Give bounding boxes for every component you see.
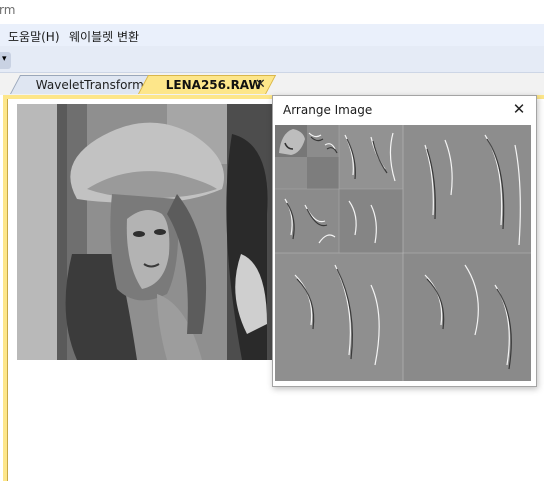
menu-wavelet-transform[interactable]: 웨이블렛 변환 bbox=[69, 28, 139, 45]
chevron-down-icon: ▾ bbox=[2, 54, 7, 64]
menu-help[interactable]: 도움말(H) bbox=[8, 28, 60, 45]
window-titlebar: rm bbox=[0, 0, 544, 24]
close-icon[interactable]: ✕ bbox=[510, 100, 528, 118]
dialog-title: Arrange Image bbox=[283, 103, 373, 117]
tab-wavelettransform1[interactable]: WaveletTransform1 bbox=[10, 75, 159, 94]
toolbar-overflow-button[interactable]: ▾ bbox=[0, 52, 11, 69]
tab-label: WaveletTransform1 bbox=[35, 78, 152, 92]
toolbar: ▾ bbox=[0, 46, 544, 73]
document-tab-strip: WaveletTransform1 LENA256.RAW ✕ bbox=[0, 73, 544, 95]
wavelet-image bbox=[275, 125, 531, 381]
window-title: rm bbox=[0, 3, 16, 17]
menu-bar: 도움말(H) 웨이블렛 변환 bbox=[0, 24, 544, 46]
tab-label: LENA256.RAW bbox=[165, 78, 262, 92]
close-icon[interactable]: ✕ bbox=[255, 77, 266, 92]
tab-lena256-raw[interactable]: LENA256.RAW ✕ bbox=[138, 75, 277, 94]
lena-image bbox=[17, 104, 273, 360]
arrange-image-dialog: Arrange Image ✕ bbox=[272, 95, 537, 387]
